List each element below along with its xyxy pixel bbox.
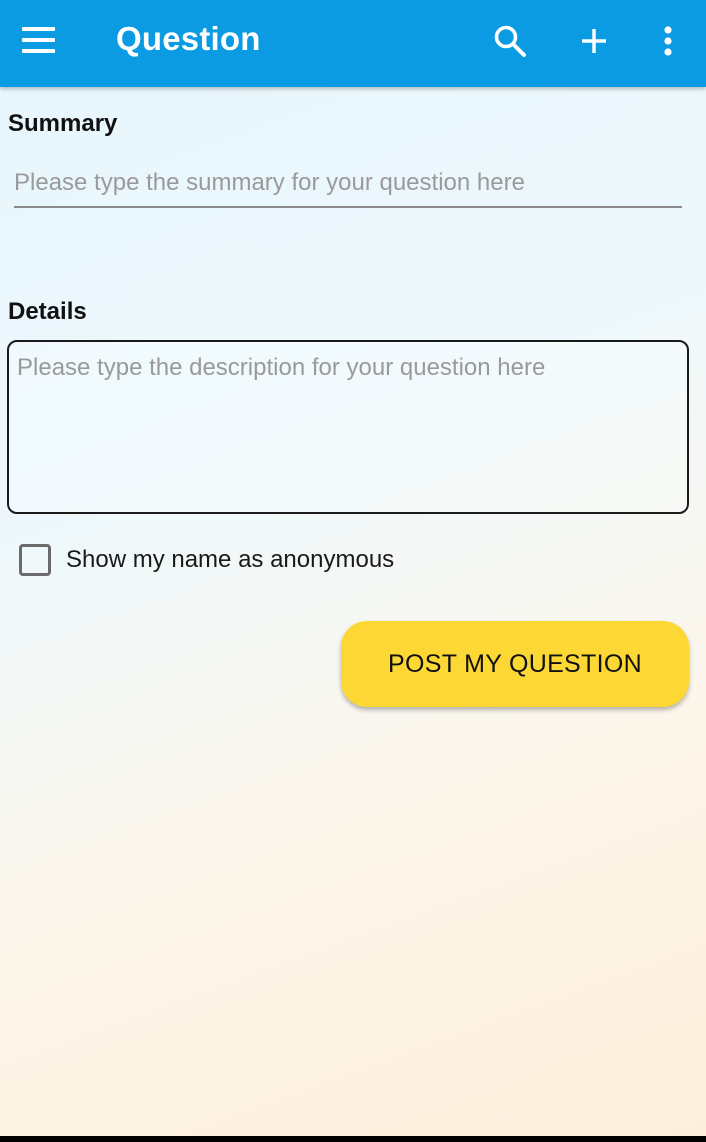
more-options-button[interactable] — [645, 18, 691, 64]
details-label: Details — [8, 298, 87, 325]
more-vertical-icon — [664, 26, 672, 56]
search-icon — [494, 25, 526, 57]
summary-input[interactable] — [14, 166, 682, 208]
add-button[interactable] — [571, 18, 617, 64]
search-button[interactable] — [487, 18, 533, 64]
summary-label: Summary — [8, 110, 118, 137]
menu-icon[interactable] — [22, 27, 55, 53]
anonymous-option[interactable]: Show my name as anonymous — [19, 543, 394, 577]
bottom-edge — [0, 1136, 706, 1142]
app-bar: Question — [0, 0, 706, 87]
post-question-button[interactable]: POST MY QUESTION — [341, 621, 689, 707]
details-textarea[interactable] — [7, 340, 689, 514]
anonymous-label: Show my name as anonymous — [66, 546, 395, 573]
anonymous-checkbox[interactable] — [19, 544, 51, 576]
page-title: Question — [116, 20, 261, 57]
plus-icon — [582, 29, 606, 53]
